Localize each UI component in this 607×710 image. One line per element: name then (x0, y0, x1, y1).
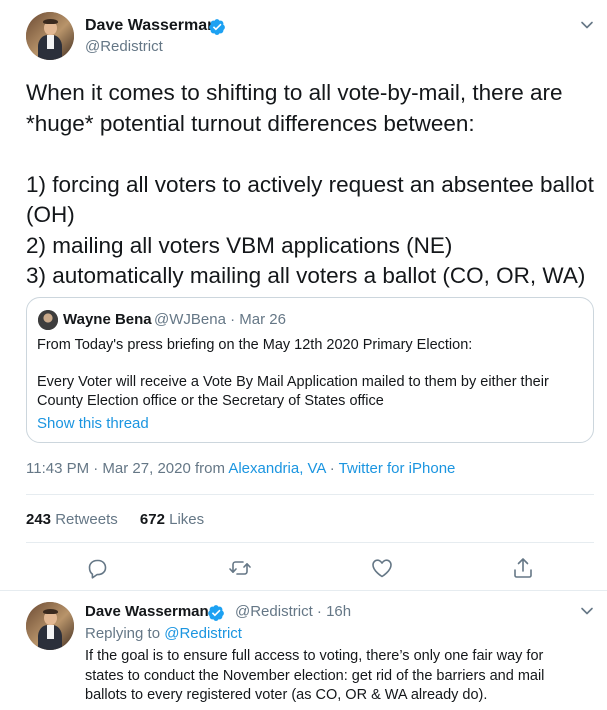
likes-stat[interactable]: 672 Likes (140, 511, 204, 528)
heart-icon[interactable] (370, 556, 394, 580)
author-name[interactable]: Dave Wasserman (85, 17, 217, 35)
author-handle[interactable]: @Redistrict (85, 38, 163, 55)
main-tweet: Dave Wasserman @Redistrict When it comes… (0, 0, 607, 591)
chevron-down-icon[interactable] (580, 604, 594, 618)
reply-author-avatar[interactable] (26, 602, 74, 650)
divider (26, 494, 594, 495)
tweet-text: When it comes to shifting to all vote-by… (26, 80, 594, 288)
divider (26, 542, 594, 543)
retweet-icon[interactable] (228, 556, 252, 580)
reply-author-handle-time[interactable]: @Redistrict · 16h (235, 603, 351, 620)
meta-separator: · (325, 460, 339, 477)
quoted-tweet[interactable]: Wayne Bena @WJBena · Mar 26 From Today's… (26, 297, 594, 443)
retweets-stat[interactable]: 243 Retweets (26, 511, 118, 528)
tweet-meta: 11:43 PM · Mar 27, 2020 from Alexandria,… (26, 460, 455, 477)
reply-icon[interactable] (85, 556, 109, 580)
verified-badge-icon (208, 605, 224, 621)
chevron-down-icon[interactable] (580, 18, 594, 32)
share-icon[interactable] (511, 556, 535, 580)
likes-count: 672 (139, 511, 165, 528)
likes-label: Likes (169, 511, 205, 528)
quoted-author-avatar (38, 310, 58, 330)
replying-to-link[interactable]: @Redistrict (164, 625, 242, 642)
reply-text: If the goal is to ensure full access to … (85, 648, 545, 703)
source-link[interactable]: Twitter for iPhone (339, 460, 456, 477)
reply-author-name[interactable]: Dave Wasserman (85, 603, 209, 620)
action-bar (0, 556, 607, 582)
quoted-author-handle-date: @WJBena · Mar 26 (154, 311, 286, 328)
quoted-tweet-text: From Today's press briefing on the May 1… (37, 337, 549, 409)
replying-to: Replying to @Redistrict (85, 625, 242, 642)
verified-badge-icon (209, 19, 225, 35)
timestamp[interactable]: 11:43 PM · Mar 27, 2020 from (26, 460, 228, 477)
show-thread-link[interactable]: Show this thread (37, 415, 149, 432)
replying-prefix: Replying to (85, 625, 165, 642)
retweets-label: Retweets (55, 511, 118, 528)
quoted-author-name: Wayne Bena (63, 311, 152, 328)
location-link[interactable]: Alexandria, VA (228, 460, 325, 477)
retweets-count: 243 (26, 511, 52, 528)
author-avatar[interactable] (26, 12, 74, 60)
reply-tweet[interactable]: Dave Wasserman @Redistrict · 16h Replyin… (0, 592, 607, 710)
tweet-stats: 243 Retweets 672 Likes (26, 511, 222, 528)
